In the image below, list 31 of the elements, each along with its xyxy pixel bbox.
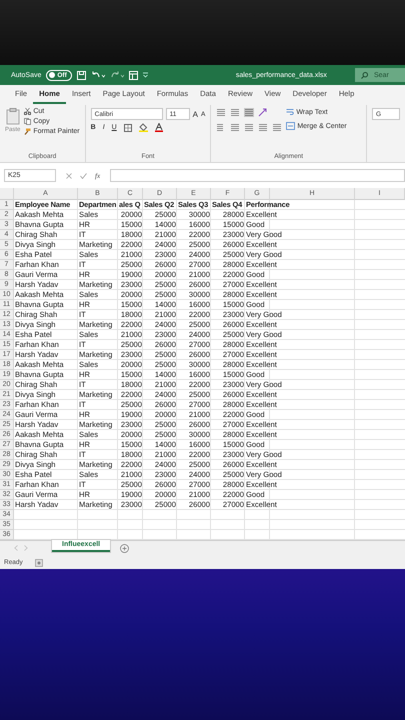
font-color-icon[interactable] bbox=[154, 123, 163, 132]
increase-indent-icon[interactable] bbox=[272, 123, 282, 132]
form-icon[interactable] bbox=[128, 70, 138, 80]
align-right-icon[interactable] bbox=[244, 123, 254, 132]
copy-icon bbox=[24, 118, 32, 125]
decrease-indent-icon[interactable] bbox=[258, 123, 268, 132]
cancel-icon[interactable] bbox=[66, 172, 72, 178]
orientation-icon[interactable] bbox=[258, 108, 268, 117]
wrap-icon bbox=[286, 108, 294, 116]
borders-icon[interactable] bbox=[124, 124, 132, 132]
align-middle-icon[interactable] bbox=[230, 108, 240, 117]
brush-icon bbox=[24, 128, 32, 135]
align-center-icon[interactable] bbox=[230, 123, 240, 132]
merge-icon bbox=[286, 122, 296, 130]
customize-icon[interactable] bbox=[142, 72, 148, 78]
add-sheet-icon[interactable] bbox=[120, 544, 130, 553]
previous-sheet-icon[interactable] bbox=[14, 545, 18, 551]
undo-icon[interactable] bbox=[90, 70, 105, 80]
macro-record-icon[interactable] bbox=[34, 558, 43, 566]
scissors-icon bbox=[24, 108, 32, 115]
grow-font-button[interactable]: A bbox=[192, 110, 198, 118]
align-top-icon[interactable] bbox=[216, 108, 226, 117]
formula-field[interactable] bbox=[110, 169, 405, 182]
fill-color-icon[interactable] bbox=[138, 123, 148, 132]
align-bottom-icon[interactable] bbox=[244, 108, 254, 117]
search-icon bbox=[361, 72, 368, 78]
redo-icon[interactable] bbox=[110, 70, 124, 80]
enter-icon[interactable] bbox=[80, 172, 87, 178]
clipboard-icon bbox=[6, 108, 20, 125]
next-sheet-icon[interactable] bbox=[24, 545, 28, 551]
save-icon[interactable] bbox=[76, 70, 86, 80]
